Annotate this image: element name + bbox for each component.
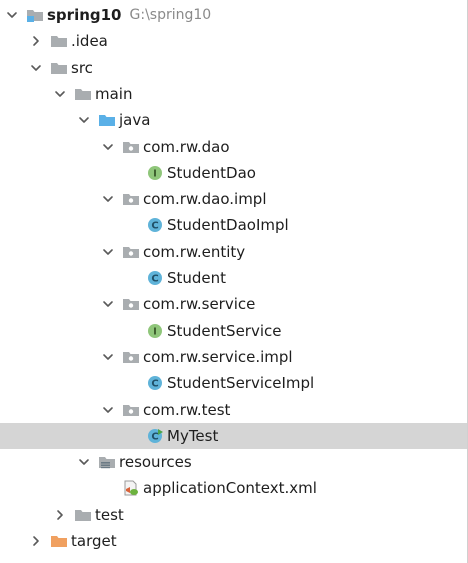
class-icon: C xyxy=(146,270,164,286)
package-icon xyxy=(122,402,140,418)
tree-item-label: test xyxy=(95,505,124,524)
tree-item-label: com.rw.entity xyxy=(143,242,246,261)
chevron-down-icon[interactable] xyxy=(4,7,20,23)
source-folder-icon xyxy=(98,112,116,128)
tree-item-com-rw-dao-impl[interactable]: com.rw.dao.impl xyxy=(0,186,467,212)
tree-item-label: src xyxy=(71,58,93,77)
tree-item-studentdao[interactable]: I StudentDao xyxy=(0,160,467,186)
tree-item-label: com.rw.test xyxy=(143,400,231,419)
svg-text:I: I xyxy=(153,326,157,337)
project-tree: spring10 G:\spring10 .idea src main java com.r… xyxy=(0,0,468,563)
tree-item-label: StudentService xyxy=(167,321,282,340)
chevron-down-icon[interactable] xyxy=(28,60,44,76)
tree-item-applicationcontext-xml[interactable]: applicationContext.xml xyxy=(0,475,467,501)
module-folder-icon xyxy=(26,7,44,23)
chevron-right-icon[interactable] xyxy=(28,533,44,549)
tree-item-label: com.rw.dao.impl xyxy=(143,190,267,209)
runnable-class-icon: C xyxy=(146,428,164,444)
tree-item-label: StudentServiceImpl xyxy=(167,374,315,393)
tree-item-com-rw-entity[interactable]: com.rw.entity xyxy=(0,239,467,265)
resources-folder-icon xyxy=(98,454,116,470)
folder-icon xyxy=(74,507,92,523)
package-icon xyxy=(122,139,140,155)
tree-item-studentserviceimpl[interactable]: C StudentServiceImpl xyxy=(0,370,467,396)
tree-item-label: Student xyxy=(167,269,227,287)
chevron-down-icon[interactable] xyxy=(100,296,116,312)
chevron-down-icon[interactable] xyxy=(100,139,116,155)
class-icon: C xyxy=(146,217,164,233)
tree-item-studentservice[interactable]: I StudentService xyxy=(0,318,467,344)
tree-item-label: StudentDaoImpl xyxy=(167,216,289,235)
tree-item-label: StudentDao xyxy=(167,163,256,182)
tree-item-com-rw-dao[interactable]: com.rw.dao xyxy=(0,134,467,160)
tree-item-test[interactable]: test xyxy=(0,502,467,528)
chevron-right-icon[interactable] xyxy=(28,33,44,49)
tree-item-com-rw-service-impl[interactable]: com.rw.service.impl xyxy=(0,344,467,370)
package-icon xyxy=(122,191,140,207)
arrow-spacer xyxy=(100,480,116,496)
tree-item-target[interactable]: target xyxy=(0,528,467,554)
chevron-down-icon[interactable] xyxy=(100,402,116,418)
tree-item-studentdaoimpl[interactable]: C StudentDaoImpl xyxy=(0,212,467,238)
interface-icon: I xyxy=(146,323,164,339)
chevron-down-icon[interactable] xyxy=(76,454,92,470)
svg-text:C: C xyxy=(151,221,158,232)
package-icon xyxy=(122,296,140,312)
tree-item-spring10[interactable]: spring10 G:\spring10 xyxy=(0,2,467,28)
tree-item-main[interactable]: main xyxy=(0,81,467,107)
chevron-right-icon[interactable] xyxy=(52,507,68,523)
spring-xml-icon xyxy=(122,480,140,496)
folder-icon xyxy=(50,60,68,76)
tree-item-mytest[interactable]: C MyTest xyxy=(0,422,467,449)
tree-item-label: resources xyxy=(119,453,192,472)
package-icon xyxy=(122,349,140,365)
folder-icon xyxy=(50,33,68,49)
svg-text:C: C xyxy=(151,379,158,390)
tree-item-idea[interactable]: .idea xyxy=(0,28,467,54)
tree-item-label: main xyxy=(95,84,133,103)
tree-item-label: com.rw.service.impl xyxy=(143,347,293,366)
arrow-spacer xyxy=(124,428,140,444)
excluded-folder-icon xyxy=(50,533,68,549)
interface-icon: I xyxy=(146,165,164,181)
arrow-spacer xyxy=(124,217,140,233)
tree-item-label: .idea xyxy=(71,32,108,51)
tree-item-resources[interactable]: resources xyxy=(0,449,467,475)
chevron-down-icon[interactable] xyxy=(76,112,92,128)
chevron-down-icon[interactable] xyxy=(100,191,116,207)
tree-item-src[interactable]: src xyxy=(0,55,467,81)
svg-text:C: C xyxy=(151,274,158,285)
class-icon: C xyxy=(146,375,164,391)
arrow-spacer xyxy=(124,270,140,286)
arrow-spacer xyxy=(124,165,140,181)
tree-item-com-rw-test[interactable]: com.rw.test xyxy=(0,397,467,423)
chevron-down-icon[interactable] xyxy=(100,349,116,365)
arrow-spacer xyxy=(124,323,140,339)
tree-item-label: spring10 xyxy=(47,6,122,24)
tree-item-student[interactable]: C Student xyxy=(0,265,467,291)
arrow-spacer xyxy=(124,375,140,391)
folder-icon xyxy=(74,86,92,102)
chevron-down-icon[interactable] xyxy=(52,86,68,102)
tree-item-label: java xyxy=(119,111,151,130)
tree-item-label: target xyxy=(71,532,117,550)
tree-item-label: com.rw.service xyxy=(143,295,256,314)
tree-item-label: com.rw.dao xyxy=(143,137,230,156)
svg-text:C: C xyxy=(151,431,158,442)
tree-item-com-rw-service[interactable]: com.rw.service xyxy=(0,291,467,317)
package-icon xyxy=(122,244,140,260)
tree-item-label: MyTest xyxy=(167,426,219,445)
chevron-down-icon[interactable] xyxy=(100,244,116,260)
tree-item-java[interactable]: java xyxy=(0,107,467,133)
module-path: G:\spring10 xyxy=(129,7,212,23)
tree-item-label: applicationContext.xml xyxy=(143,479,317,498)
svg-text:I: I xyxy=(153,168,157,179)
